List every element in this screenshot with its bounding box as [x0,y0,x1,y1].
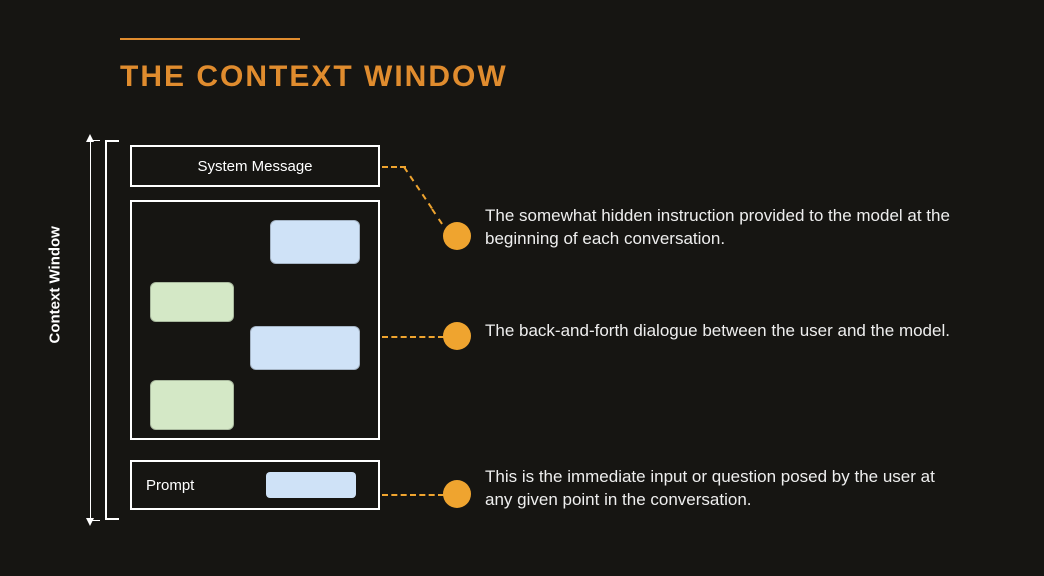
page-title: THE CONTEXT WINDOW [120,60,508,94]
connector-line [403,166,433,209]
description-conversation: The back-and-forth dialogue between the … [485,320,965,343]
description-system: The somewhat hidden instruction provided… [485,205,965,251]
model-message-bubble [150,282,234,322]
connector-line [382,336,444,338]
axis-arrow-up-icon [86,134,94,142]
user-message-bubble [250,326,360,370]
callout-dot-icon [443,322,471,350]
title-rule [120,38,300,40]
callout-dot-icon [443,480,471,508]
context-bracket [105,140,119,520]
axis-line [90,140,91,520]
description-prompt: This is the immediate input or question … [485,466,965,512]
connector-line [431,208,443,224]
axis-arrow-down-icon [86,518,94,526]
axis-label: Context Window [47,226,64,343]
system-message-box: System Message [130,145,380,187]
system-message-label: System Message [197,158,312,175]
conversation-box [130,200,380,440]
connector-line [382,494,444,496]
user-message-bubble [270,220,360,264]
prompt-label: Prompt [146,477,194,494]
prompt-box: Prompt [130,460,380,510]
callout-dot-icon [443,222,471,250]
prompt-input-bubble [266,472,356,498]
model-message-bubble [150,380,234,430]
